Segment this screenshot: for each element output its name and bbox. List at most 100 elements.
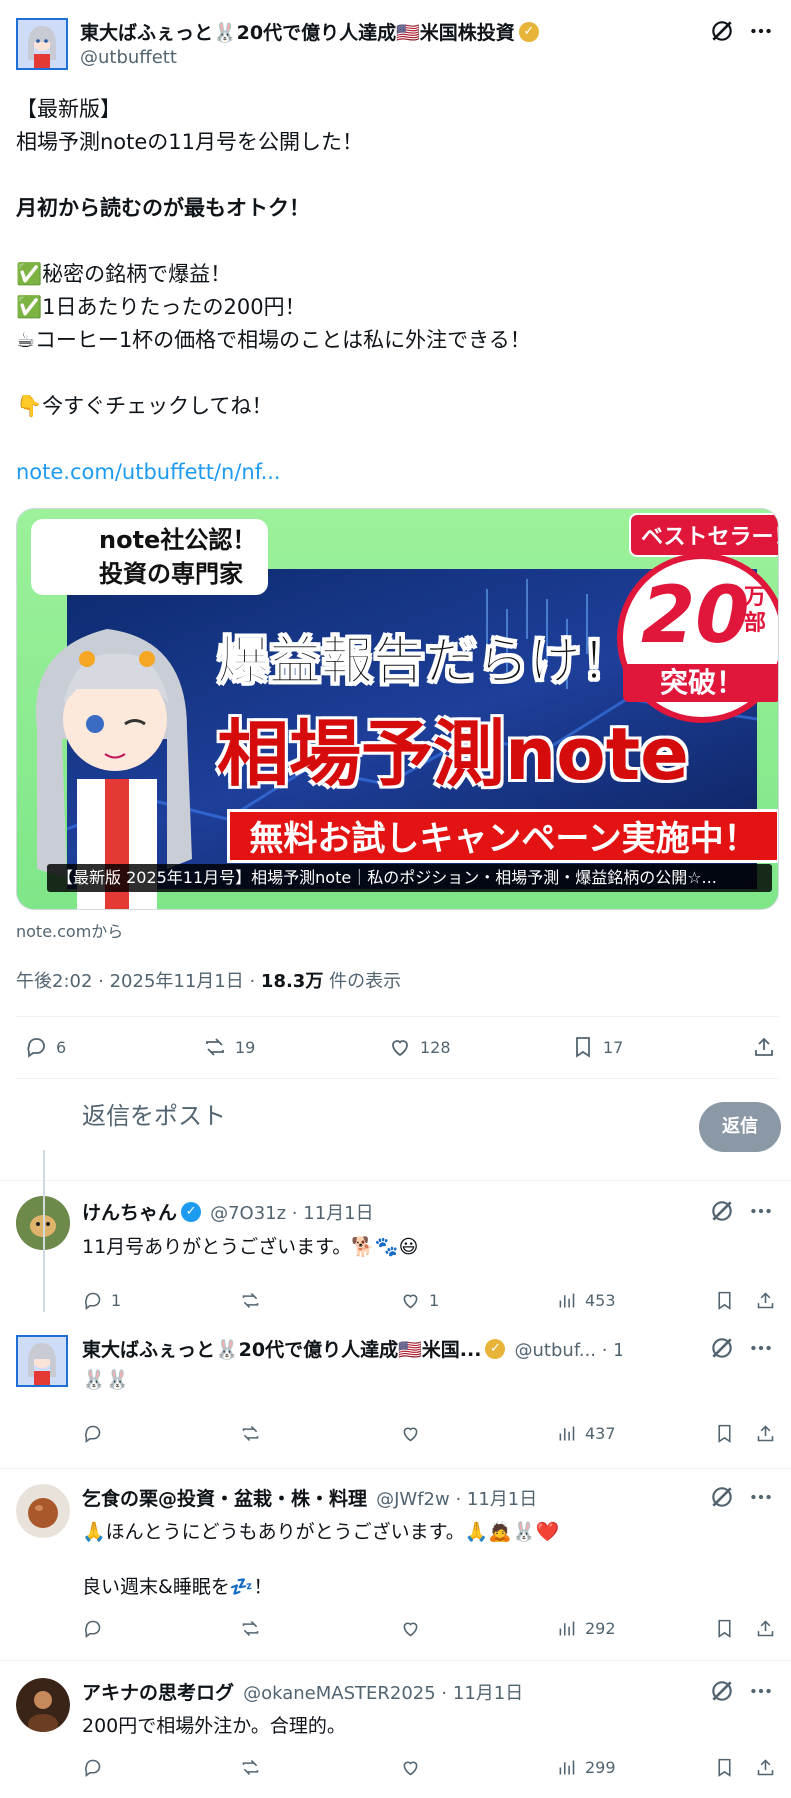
views-action[interactable]: 437 bbox=[556, 1423, 616, 1444]
analytics-icon bbox=[559, 1760, 575, 1775]
reply-icon bbox=[85, 1620, 101, 1638]
analytics-icon bbox=[559, 1426, 575, 1441]
reply-handle[interactable]: @utbuf... · 11月1日 bbox=[515, 1340, 622, 1361]
heart-icon bbox=[403, 1622, 418, 1637]
like-action[interactable]: 1 bbox=[400, 1290, 439, 1311]
bookmark-icon bbox=[718, 1758, 731, 1777]
bookmark-action[interactable] bbox=[714, 1423, 735, 1444]
grok-icon[interactable] bbox=[709, 18, 735, 44]
more-options-icon[interactable] bbox=[748, 18, 774, 44]
reply-action[interactable] bbox=[82, 1618, 103, 1639]
repost-icon bbox=[242, 1425, 259, 1442]
sales-count-unit: 万部 bbox=[743, 585, 766, 636]
reply-header: けんちゃん @7O31z · 11月1日 bbox=[82, 1198, 374, 1225]
reply-author[interactable]: 乞食の栗@投資・盆栽・株・料理 bbox=[82, 1488, 367, 1510]
repost-action[interactable] bbox=[240, 1757, 261, 1778]
sales-count-break: 突破！ bbox=[623, 664, 778, 702]
like-action[interactable]: 128 bbox=[388, 1035, 451, 1059]
repost-action[interactable] bbox=[240, 1618, 261, 1639]
post-link[interactable]: note.com/utbuffett/n/nf... bbox=[16, 456, 776, 489]
share-action[interactable] bbox=[755, 1290, 776, 1311]
author-handle[interactable]: @utbuffett bbox=[80, 47, 177, 68]
more-options-icon[interactable] bbox=[748, 1335, 774, 1361]
views-action[interactable]: 299 bbox=[556, 1757, 616, 1778]
reply-header: アキナの思考ログ @okaneMASTER2025 · 11月1日 bbox=[82, 1678, 523, 1705]
reply-input[interactable]: 返信をポスト bbox=[82, 1096, 226, 1131]
card-caption: 【最新版 2025年11月号】相場予測note｜私のポジション・相場予測・爆益銘… bbox=[47, 864, 772, 892]
card-source[interactable]: note.comから bbox=[16, 918, 123, 942]
link-card[interactable]: note社公認！ 投資の専門家 爆益報告だらけ！ 相場予測note ベストセラー… bbox=[16, 508, 779, 910]
views-action[interactable]: 453 bbox=[556, 1290, 616, 1311]
card-title-1: 爆益報告だらけ！ bbox=[216, 632, 634, 693]
repost-action[interactable] bbox=[240, 1290, 269, 1311]
divider bbox=[0, 1660, 791, 1661]
reply-action[interactable]: 6 bbox=[24, 1035, 66, 1059]
views-action[interactable]: 292 bbox=[556, 1618, 616, 1639]
repost-icon bbox=[206, 1038, 224, 1056]
share-action[interactable] bbox=[755, 1618, 776, 1639]
divider bbox=[16, 1078, 779, 1079]
reply-action[interactable]: 1 bbox=[82, 1290, 121, 1311]
gold-verified-icon bbox=[518, 22, 539, 42]
analytics-icon bbox=[559, 1293, 575, 1308]
post-timestamp[interactable]: 午後2:02 · 2025年11月1日 · bbox=[16, 971, 261, 992]
more-options-icon[interactable] bbox=[748, 1484, 774, 1510]
gold-verified-icon bbox=[485, 1339, 506, 1359]
grok-icon[interactable] bbox=[709, 1678, 735, 1704]
reply-action[interactable] bbox=[82, 1423, 103, 1444]
reply-avatar[interactable] bbox=[16, 1335, 68, 1387]
bookmark-action[interactable]: 17 bbox=[571, 1035, 623, 1059]
reply-header: 東大ばふぇっと🐰20代で億り人達成🇺🇸米国... @utbuf... · 11月… bbox=[82, 1335, 622, 1362]
repost-count: 19 bbox=[235, 1037, 256, 1057]
reply-icon bbox=[27, 1038, 45, 1058]
reply-handle[interactable]: @7O31z · 11月1日 bbox=[210, 1203, 374, 1224]
repost-action[interactable]: 19 bbox=[203, 1035, 255, 1059]
like-action[interactable] bbox=[400, 1757, 421, 1778]
reply-submit-button[interactable]: 返信 bbox=[699, 1102, 781, 1152]
grok-icon[interactable] bbox=[709, 1335, 735, 1361]
views-count: 18.3万 bbox=[260, 971, 324, 992]
bookmark-action[interactable] bbox=[714, 1290, 735, 1311]
reply-handle[interactable]: @JWf2w · 11月1日 bbox=[376, 1489, 537, 1510]
heart-icon bbox=[403, 1761, 418, 1776]
post-body: 【最新版】 相場予測noteの11月号を公開した！ 月初から読むのが最もオトク！… bbox=[16, 93, 776, 489]
post-line: 【最新版】 bbox=[16, 97, 121, 121]
reply-icon bbox=[85, 1759, 101, 1777]
sales-count: 20 bbox=[641, 571, 750, 661]
reply-author[interactable]: けんちゃん bbox=[82, 1202, 177, 1224]
share-action[interactable] bbox=[755, 1757, 776, 1778]
share-action[interactable] bbox=[755, 1423, 776, 1444]
author-avatar[interactable] bbox=[16, 18, 68, 70]
card-badge: note社公認！ 投資の専門家 bbox=[31, 519, 269, 595]
reply-avatar[interactable] bbox=[16, 1484, 70, 1538]
repost-action[interactable] bbox=[240, 1423, 261, 1444]
post-line: ✅1日あたりたったの200円！ bbox=[16, 295, 306, 319]
reply-author[interactable]: 東大ばふぇっと🐰20代で億り人達成🇺🇸米国... bbox=[82, 1339, 481, 1361]
post-line bbox=[16, 225, 776, 258]
bookmark-icon bbox=[718, 1619, 731, 1638]
bookmark-action[interactable] bbox=[714, 1757, 735, 1778]
best-seller-badge: ベストセラー！ bbox=[629, 513, 778, 557]
reply-action[interactable] bbox=[82, 1757, 103, 1778]
share-icon bbox=[757, 1759, 774, 1776]
like-action[interactable] bbox=[400, 1618, 421, 1639]
grok-icon[interactable] bbox=[709, 1484, 735, 1510]
reply-author[interactable]: アキナの思考ログ bbox=[82, 1682, 234, 1704]
author-name[interactable]: 東大ばふぇっと🐰20代で億り人達成🇺🇸米国株投資 bbox=[80, 18, 539, 45]
more-options-icon[interactable] bbox=[748, 1678, 774, 1704]
reply-text: 🐰🐰 bbox=[82, 1369, 130, 1391]
like-action[interactable] bbox=[400, 1423, 421, 1444]
anime-avatar-icon bbox=[18, 20, 66, 68]
grok-icon[interactable] bbox=[709, 1198, 735, 1224]
chestnut-avatar-icon bbox=[16, 1484, 70, 1538]
bookmark-action[interactable] bbox=[714, 1618, 735, 1639]
bookmark-count: 17 bbox=[603, 1037, 624, 1057]
analytics-icon bbox=[559, 1621, 575, 1636]
more-options-icon[interactable] bbox=[748, 1198, 774, 1224]
share-action[interactable] bbox=[752, 1035, 776, 1059]
reply-avatar[interactable] bbox=[16, 1678, 70, 1732]
reply-handle[interactable]: @okaneMASTER2025 · 11月1日 bbox=[243, 1683, 523, 1704]
share-icon bbox=[757, 1620, 774, 1637]
reply-text: 11月号ありがとうございます。🐕🐾😃 bbox=[82, 1236, 419, 1258]
heart-icon bbox=[403, 1427, 418, 1442]
